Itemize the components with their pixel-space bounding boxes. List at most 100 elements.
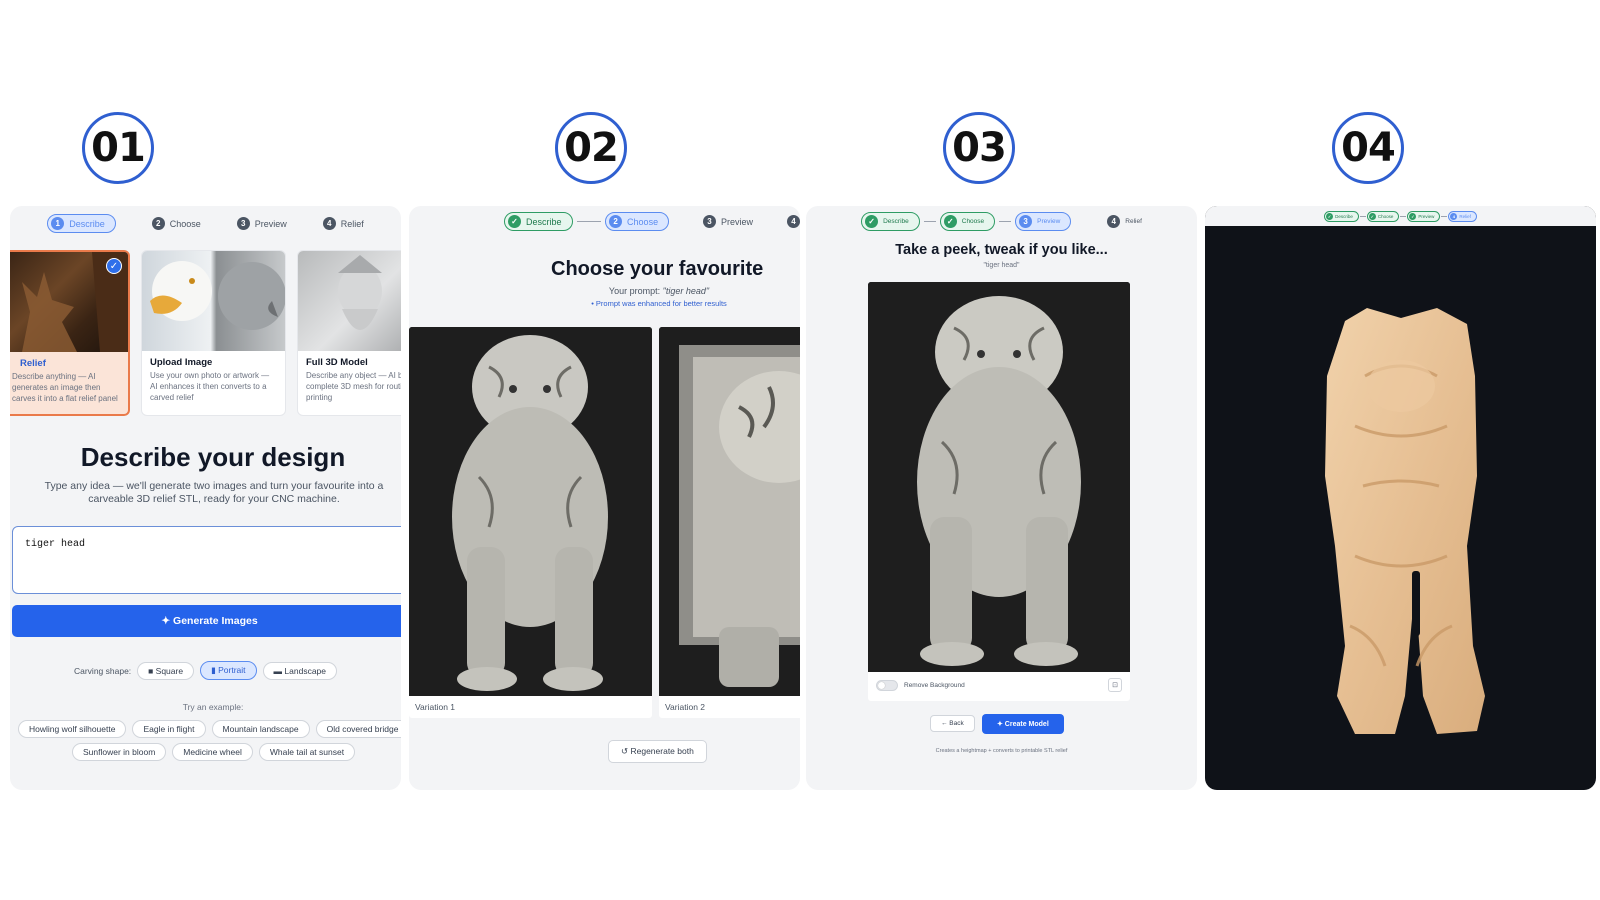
card-description: Describe anything — AI generates an imag…	[12, 372, 118, 404]
example-chip[interactable]: Sunflower in bloom	[72, 743, 167, 761]
step-describe[interactable]: ✓ Describe	[504, 212, 573, 231]
card-title: Full 3D Model	[306, 357, 368, 368]
footer-note: Creates a heightmap + converts to printa…	[935, 748, 1068, 754]
mode-card-upload[interactable]: Upload Image Use your own photo or artwo…	[141, 250, 286, 416]
prompt-echo: Your prompt: "tiger head"	[409, 286, 800, 296]
tiger-relief-icon	[659, 327, 800, 696]
create-model-button[interactable]: ✦ Create Model	[982, 714, 1064, 734]
regenerate-button[interactable]: ↺ Regenerate both	[608, 740, 707, 763]
shape-label: Portrait	[218, 665, 246, 675]
prompt-echo: "tiger head"	[983, 262, 1020, 269]
eagle-image	[142, 251, 285, 351]
examples-label: Try an example:	[182, 702, 244, 712]
variation-label: Variation 2	[665, 702, 706, 712]
shape-label: Landscape	[284, 665, 326, 676]
shape-square-option[interactable]: ■ Square	[137, 661, 195, 680]
step-dot: 3	[703, 215, 717, 228]
prompt-input[interactable]: tiger head	[12, 526, 401, 594]
step-dot: 4	[322, 217, 336, 230]
step-label: Relief	[340, 218, 364, 229]
remove-background-row: Remove Background ⊡	[868, 672, 1130, 698]
step-dot: 3	[1019, 215, 1033, 228]
stepper: ✓ Describe 2 Choose 3 Preview 4	[409, 212, 800, 231]
shape-portrait-option[interactable]: ▮ Portrait	[200, 661, 257, 680]
step-choose[interactable]: 2 Choose	[151, 217, 201, 230]
enhanced-note: • Prompt was enhanced for better results	[591, 299, 727, 308]
prompt-value: "tiger head"	[662, 286, 710, 296]
carving-shape-selector: Carving shape: ■ Square ▮ Portrait ▬ Lan…	[10, 661, 401, 680]
shape-landscape-option[interactable]: ▬ Landscape	[262, 661, 337, 680]
step-choose[interactable]: ✓ Choose	[939, 212, 996, 231]
examples-row: Howling wolf silhouette Eagle in flight …	[18, 720, 401, 738]
choose-panel: ✓ Describe 2 Choose 3 Preview 4 Choose your…	[409, 206, 800, 790]
step-dot: 4	[1450, 213, 1458, 220]
variation-card-2[interactable]: Variation 2	[659, 327, 800, 718]
step-label: Describe	[69, 218, 105, 229]
examples-row: Sunflower in bloom Medicine wheel Whale …	[72, 743, 356, 761]
tiger-preview-image	[868, 282, 1130, 672]
prompt-label: Your prompt:	[608, 286, 661, 296]
remove-background-toggle[interactable]	[876, 679, 898, 691]
step-describe[interactable]: 1 Describe	[47, 214, 116, 233]
step-dot: 4	[787, 215, 800, 228]
page-title: Take a peek, tweak if you like...	[895, 242, 1108, 258]
example-chip[interactable]: Howling wolf silhouette	[18, 720, 127, 738]
step-relief[interactable]: 4	[787, 215, 800, 228]
step-label: Relief	[1125, 218, 1142, 225]
example-chip[interactable]: Whale tail at sunset	[258, 743, 356, 761]
step-relief[interactable]: 4 Relief	[1448, 211, 1477, 222]
example-chip[interactable]: Mountain landscape	[211, 720, 310, 738]
step-label: Describe	[526, 216, 562, 227]
preview-panel: ✓ Describe ✓ Choose 3 Preview 4 Relief Take …	[806, 206, 1197, 790]
tiger-relief-model	[1325, 308, 1485, 734]
card-title: Relief	[20, 358, 46, 369]
mode-card-relief[interactable]: ✓ Relief Describe anything — AI generate…	[10, 250, 130, 416]
step-preview[interactable]: ✓ Preview	[1407, 211, 1441, 222]
step-number-1: 01	[82, 112, 154, 184]
check-icon: ✓	[1326, 213, 1334, 220]
step-number-2: 02	[555, 112, 627, 184]
stepper: 1 Describe 2 Choose 3 Preview 4 Relief	[10, 214, 401, 233]
check-icon: ✓	[1368, 213, 1376, 220]
step-label: Preview	[721, 216, 754, 227]
step-preview[interactable]: 3 Preview	[703, 215, 753, 228]
step-describe[interactable]: ✓ Describe	[861, 212, 920, 231]
example-chip[interactable]: Old covered bridge	[315, 720, 401, 738]
step-number-4: 04	[1332, 112, 1404, 184]
describe-panel: 1 Describe 2 Choose 3 Preview 4 Relief ✓ Rel…	[10, 206, 401, 790]
step-relief[interactable]: 4 Relief	[322, 217, 364, 230]
card-title: Upload Image	[150, 357, 213, 368]
step-label: Describe	[1335, 214, 1353, 219]
step-choose[interactable]: ✓ Choose	[1366, 211, 1400, 222]
selected-check-icon: ✓	[106, 258, 122, 274]
step-dot: 4	[1107, 215, 1121, 228]
check-icon: ✓	[1409, 213, 1417, 220]
eagle-icon	[150, 261, 285, 330]
page-title: Describe your design	[80, 442, 346, 472]
check-icon: ✓	[508, 215, 521, 228]
step-preview[interactable]: 3 Preview	[1015, 212, 1072, 231]
step-dot: 1	[51, 217, 65, 230]
step-choose[interactable]: 2 Choose	[605, 212, 670, 231]
stepper-bar: ✓ Describe ✓ Choose ✓ Preview 4 Relief	[1205, 206, 1596, 226]
step-number-3: 03	[943, 112, 1015, 184]
stepper: ✓ Describe ✓ Choose 3 Preview 4 Relief	[806, 212, 1197, 231]
step-label: Choose	[961, 218, 985, 225]
mode-card-3d[interactable]: Full 3D Model Describe any object — AI b…	[297, 250, 401, 416]
step-preview[interactable]: 3 Preview	[236, 217, 287, 230]
remove-background-label: Remove Background	[904, 681, 965, 689]
variation-card-1[interactable]: Variation 1	[409, 327, 652, 718]
check-icon: ✓	[943, 215, 957, 228]
generate-images-button[interactable]: ✦ Generate Images	[12, 605, 401, 637]
example-chip[interactable]: Eagle in flight	[132, 720, 206, 738]
step-dot: 3	[236, 217, 250, 230]
step-label: Choose	[627, 216, 659, 227]
step-label: Preview	[1037, 218, 1061, 225]
viking-bust-image	[298, 251, 401, 351]
example-chip[interactable]: Medicine wheel	[172, 743, 253, 761]
relief-3d-viewer[interactable]	[1205, 226, 1596, 790]
step-relief[interactable]: 4 Relief	[1107, 215, 1142, 228]
crop-icon[interactable]: ⊡	[1108, 678, 1122, 692]
back-button[interactable]: ← Back	[930, 715, 975, 732]
step-describe[interactable]: ✓ Describe	[1324, 211, 1359, 222]
